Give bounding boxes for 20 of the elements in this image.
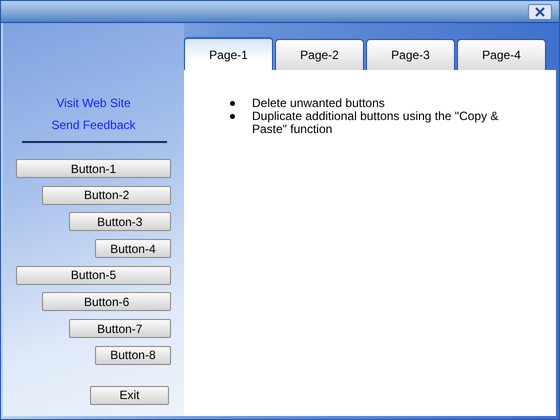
tab[interactable]: Page-2: [275, 39, 364, 70]
bullet-text: Delete unwanted buttons: [252, 97, 386, 110]
bullet-text: Duplicate additional buttons using the "Copy & Paste" function: [252, 110, 500, 136]
tab[interactable]: Page-4: [457, 39, 546, 70]
sidebar-button[interactable]: Button-6: [42, 292, 171, 312]
sidebar-button[interactable]: Button-1: [16, 159, 171, 178]
bullet-icon: [230, 114, 235, 119]
sidebar-button[interactable]: Button-7: [68, 319, 171, 338]
tab[interactable]: Page-1: [184, 37, 273, 70]
sidebar-button[interactable]: Button-8: [94, 346, 171, 365]
link[interactable]: Send Feedback: [51, 118, 136, 132]
tab[interactable]: Page-3: [366, 39, 455, 70]
close-icon[interactable]: [528, 4, 552, 20]
exit-button[interactable]: Exit: [90, 386, 169, 405]
sidebar-button[interactable]: Button-3: [68, 212, 171, 232]
bullet-icon: [230, 101, 235, 106]
sidebar-button[interactable]: Button-4: [94, 239, 171, 258]
sidebar-button[interactable]: Button-2: [42, 186, 171, 205]
link[interactable]: Visit Web Site: [56, 96, 131, 110]
sidebar-button[interactable]: Button-5: [16, 266, 171, 285]
